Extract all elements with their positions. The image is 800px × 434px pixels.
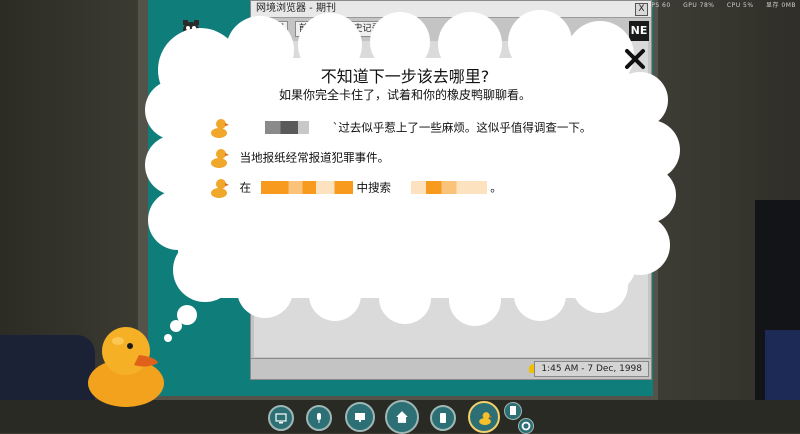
hint-item-2: 当地报纸经常报道犯罪事件。 <box>210 145 389 169</box>
hint-text-3-middle: 中搜索 <box>356 180 391 195</box>
hint-item-1: `过去似乎惹上了一些麻烦。这似乎值得调查一下。 <box>210 115 591 139</box>
hint-text-3-suffix: 。 <box>490 180 502 195</box>
redacted-keyword <box>410 181 487 194</box>
hint-item-3: 在 中搜索 。 <box>210 175 502 199</box>
duck-icon <box>211 178 229 198</box>
redacted-name <box>240 121 262 134</box>
hint-text-2: 当地报纸经常报道犯罪事件。 <box>239 150 390 165</box>
redacted-site <box>260 181 353 194</box>
duck-icon <box>211 148 229 168</box>
close-icon[interactable] <box>620 44 650 74</box>
duck-icon <box>211 118 229 138</box>
hint-text-1: `过去似乎惹上了一些麻烦。这似乎值得调查一下。 <box>332 120 592 135</box>
rubber-duck-mascot[interactable] <box>84 315 174 410</box>
redacted-name-block <box>265 121 310 134</box>
hint-text-3-prefix: 在 <box>239 180 252 195</box>
hint-title: 不知道下一步该去哪里? <box>320 67 490 86</box>
redacted-spacer <box>313 121 329 134</box>
hint-subtitle: 如果你完全卡住了，试着和你的橡皮鸭聊聊看。 <box>278 88 531 102</box>
